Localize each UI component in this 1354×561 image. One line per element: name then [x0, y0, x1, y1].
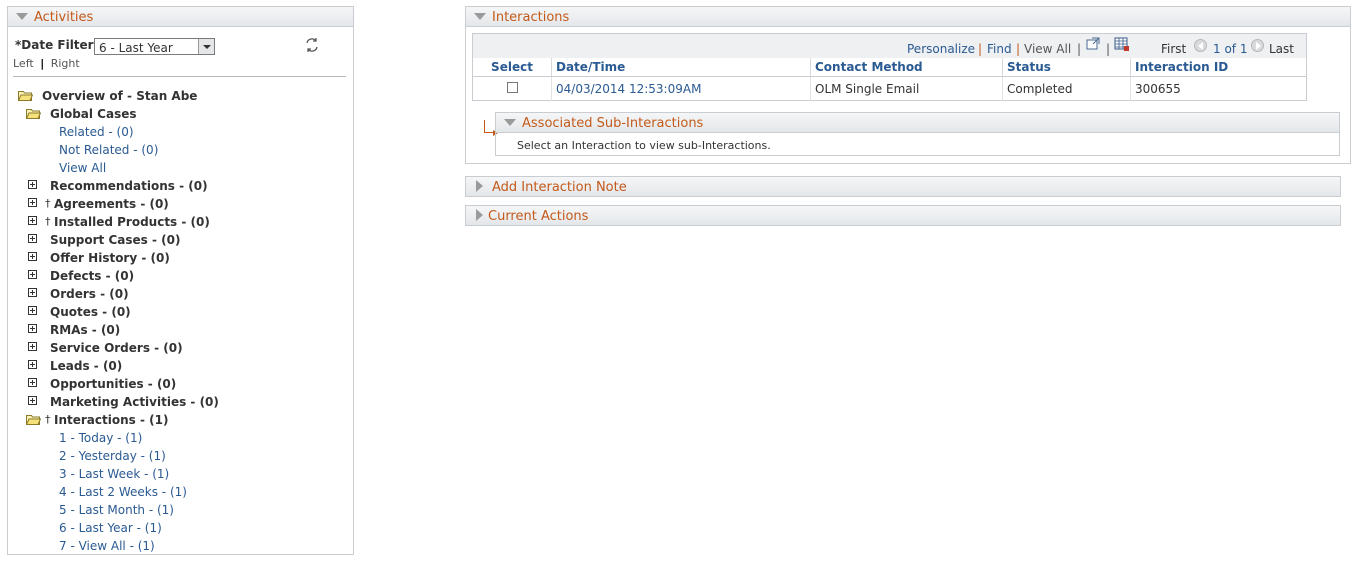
- datetime-link[interactable]: 04/03/2014 12:53:09AM: [551, 76, 811, 101]
- tree-node[interactable]: Support Cases - (0): [50, 233, 180, 247]
- tree-node[interactable]: Quotes - (0): [50, 305, 131, 319]
- select-checkbox[interactable]: [506, 82, 518, 93]
- view-all-link[interactable]: View All: [1024, 42, 1071, 56]
- dagger-marker: †: [45, 215, 51, 228]
- sub-interactions-message: Select an Interaction to view sub-Intera…: [517, 139, 771, 152]
- expand-plus-icon[interactable]: [28, 252, 37, 261]
- interactions-title: Interactions: [492, 10, 570, 25]
- tree-node[interactable]: Service Orders - (0): [50, 341, 183, 355]
- expand-plus-icon[interactable]: [28, 342, 37, 351]
- tree-node[interactable]: Defects - (0): [50, 269, 134, 283]
- dagger-marker: †: [45, 197, 51, 210]
- tree-link-global-child[interactable]: Related - (0): [59, 125, 134, 139]
- expand-icon[interactable]: [476, 180, 483, 192]
- nav-right-link[interactable]: Right: [51, 57, 80, 70]
- expand-plus-icon[interactable]: [28, 216, 37, 225]
- expand-plus-icon[interactable]: [28, 270, 37, 279]
- sub-interactions-header[interactable]: Associated Sub-Interactions: [495, 112, 1340, 133]
- date-filter-value: 6 - Last Year: [99, 41, 173, 55]
- col-datetime[interactable]: Date/Time: [551, 58, 811, 77]
- open-folder-icon[interactable]: [17, 90, 34, 101]
- expand-plus-icon[interactable]: [28, 378, 37, 387]
- tree-link-interaction-period[interactable]: 4 - Last 2 Weeks - (1): [59, 485, 187, 499]
- table-row[interactable]: 04/03/2014 12:53:09AM OLM Single Email C…: [473, 76, 1306, 101]
- nav-left-link[interactable]: Left: [13, 57, 34, 70]
- date-filter-label: *Date Filter: [15, 38, 94, 52]
- page-indicator: 1 of 1: [1213, 42, 1248, 56]
- expand-plus-icon[interactable]: [28, 396, 37, 405]
- new-window-icon[interactable]: [1086, 37, 1101, 51]
- expand-plus-icon[interactable]: [28, 360, 37, 369]
- col-select[interactable]: Select: [473, 58, 552, 77]
- expand-plus-icon[interactable]: [28, 180, 37, 189]
- personalize-link[interactable]: Personalize: [907, 42, 975, 56]
- expand-plus-icon[interactable]: [28, 324, 37, 333]
- tree-node[interactable]: Orders - (0): [50, 287, 129, 301]
- expand-plus-icon[interactable]: [28, 288, 37, 297]
- current-actions-header[interactable]: Current Actions: [465, 205, 1341, 226]
- expand-plus-icon[interactable]: [28, 198, 37, 207]
- divider: [13, 76, 346, 77]
- activities-panel: Activities *Date Filter 6 - Last Year Le…: [7, 6, 354, 555]
- dagger-marker: †: [45, 413, 51, 426]
- date-filter-select[interactable]: 6 - Last Year: [94, 38, 215, 55]
- tree-link-global-child[interactable]: View All: [59, 161, 106, 175]
- interactions-header[interactable]: Interactions: [465, 6, 1351, 27]
- activities-title: Activities: [34, 10, 94, 25]
- tree-node[interactable]: Opportunities - (0): [50, 377, 176, 391]
- tree-link-interaction-period[interactable]: 6 - Last Year - (1): [59, 521, 162, 535]
- tree-node[interactable]: RMAs - (0): [50, 323, 120, 337]
- interactions-grid: Personalize | Find | View All | | First …: [472, 33, 1307, 101]
- first-label: First: [1161, 42, 1187, 56]
- tree-node[interactable]: Installed Products - (0): [54, 215, 210, 229]
- sub-interactions-title: Associated Sub-Interactions: [522, 116, 704, 131]
- expand-icon[interactable]: [476, 209, 483, 221]
- interactions-table: Select Date/Time Contact Method Status I…: [473, 58, 1306, 101]
- tree-node[interactable]: Recommendations - (0): [50, 179, 208, 193]
- tree-link-interaction-period[interactable]: 1 - Today - (1): [59, 431, 142, 445]
- find-link[interactable]: Find: [987, 42, 1012, 56]
- tree-node-global-cases[interactable]: Global Cases: [50, 107, 137, 121]
- tree-node-interactions[interactable]: Interactions - (1): [54, 413, 168, 427]
- status-cell: Completed: [1002, 76, 1131, 101]
- sub-interactions-panel: Associated Sub-Interactions Select an In…: [495, 112, 1340, 156]
- collapse-icon[interactable]: [16, 13, 28, 20]
- tree-node[interactable]: Agreements - (0): [54, 197, 169, 211]
- chevron-down-icon[interactable]: [198, 39, 214, 54]
- previous-icon[interactable]: [1194, 39, 1207, 52]
- tree-link-interaction-period[interactable]: 5 - Last Month - (1): [59, 503, 174, 517]
- open-folder-icon[interactable]: [25, 414, 42, 425]
- grid-navigation: Personalize | Find | View All | | First …: [473, 34, 1306, 58]
- col-interaction-id[interactable]: Interaction ID: [1130, 58, 1306, 77]
- tree-node-overview[interactable]: Overview of - Stan Abe: [42, 89, 197, 103]
- current-actions-title: Current Actions: [488, 209, 589, 224]
- add-note-title: Add Interaction Note: [492, 180, 627, 195]
- add-note-header[interactable]: Add Interaction Note: [465, 176, 1341, 197]
- sub-level-arrow-icon: [484, 120, 498, 136]
- download-grid-icon[interactable]: [1114, 37, 1130, 52]
- tree-link-interaction-period[interactable]: 7 - View All - (1): [59, 539, 155, 553]
- refresh-icon[interactable]: [304, 37, 320, 53]
- collapse-icon[interactable]: [474, 13, 486, 20]
- interaction-id-cell: 300655: [1135, 82, 1181, 96]
- collapse-icon[interactable]: [504, 119, 516, 126]
- open-folder-icon[interactable]: [25, 108, 42, 119]
- tree-link-interaction-period[interactable]: 3 - Last Week - (1): [59, 467, 169, 481]
- expand-plus-icon[interactable]: [28, 234, 37, 243]
- tree-link-global-child[interactable]: Not Related - (0): [59, 143, 158, 157]
- tree-node[interactable]: Leads - (0): [50, 359, 122, 373]
- next-icon[interactable]: [1251, 39, 1264, 52]
- activities-header[interactable]: Activities: [7, 6, 354, 27]
- col-status[interactable]: Status: [1002, 58, 1131, 77]
- col-contact-method[interactable]: Contact Method: [810, 58, 1003, 77]
- tree-node[interactable]: Marketing Activities - (0): [50, 395, 219, 409]
- tree-link-interaction-period[interactable]: 2 - Yesterday - (1): [59, 449, 166, 463]
- last-label: Last: [1269, 42, 1294, 56]
- tree-node[interactable]: Offer History - (0): [50, 251, 170, 265]
- expand-plus-icon[interactable]: [28, 306, 37, 315]
- contact-method-cell: OLM Single Email: [810, 76, 1003, 101]
